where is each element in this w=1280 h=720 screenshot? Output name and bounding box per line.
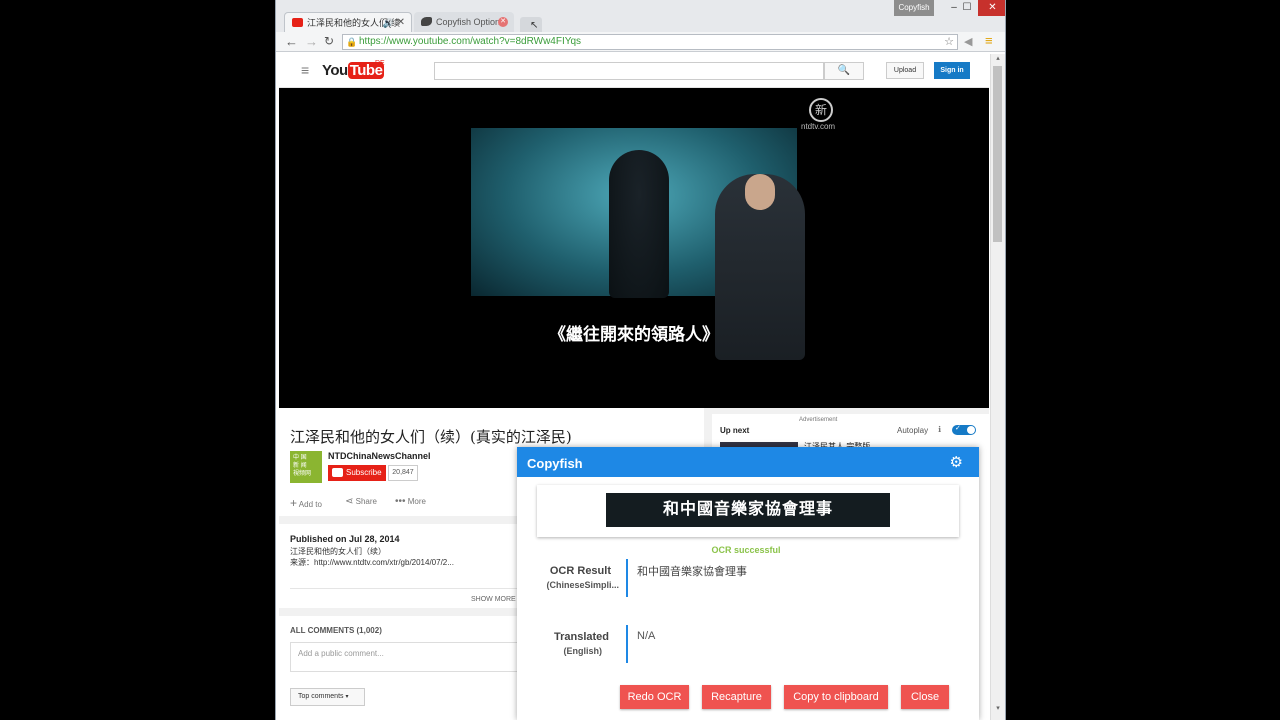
sign-in-button[interactable]: Sign in: [934, 62, 970, 79]
ocr-status: OCR successful: [711, 545, 781, 555]
top-comments-dropdown[interactable]: Top comments ▾: [290, 688, 365, 706]
copy-to-clipboard-button[interactable]: Copy to clipboard: [784, 685, 888, 709]
plus-icon: +: [290, 496, 298, 510]
page-scrollbar[interactable]: ▴ ▾: [990, 54, 1005, 720]
video-title: 江泽民和他的女人们（续）(真实的江泽民): [290, 428, 572, 446]
translation-language-label: (English): [563, 646, 603, 656]
channel-name[interactable]: NTDChinaNewsChannel: [328, 451, 431, 461]
browser-window: Copyfish – ☐ ✕ 江泽民和他的女人们(续 🔊 ✕ Copyfish …: [275, 0, 1006, 720]
share-icon: ⋖: [345, 496, 354, 507]
ocr-divider: [626, 559, 628, 597]
video-subtitle: 《繼往開來的領路人》: [549, 325, 719, 344]
copyfish-extension-badge[interactable]: Copyfish: [894, 0, 934, 16]
title-bar: Copyfish – ☐ ✕ 江泽民和他的女人们(续 🔊 ✕ Copyfish …: [276, 0, 1005, 32]
scrollbar-thumb[interactable]: [993, 66, 1002, 242]
advertisement-label: Advertisement: [799, 417, 838, 423]
speaker-icon: 🔊: [382, 18, 394, 28]
share-button[interactable]: ⋖ Share: [345, 496, 377, 507]
reload-icon[interactable]: ↻: [324, 34, 334, 48]
search-button[interactable]: 🔍: [824, 62, 864, 80]
comment-input[interactable]: Add a public comment...: [290, 642, 530, 672]
tab-copyfish-label: Copyfish Options: [436, 17, 505, 27]
search-icon: 🔍: [837, 65, 851, 76]
copyfish-favicon-icon: [421, 17, 432, 26]
check-icon: ✓: [955, 425, 961, 432]
captured-image-card: 和中國音樂家協會理事: [537, 485, 959, 537]
watermark-text: ntdtv.com: [801, 122, 836, 131]
close-window-button[interactable]: ✕: [978, 0, 1005, 16]
region-label: DE: [375, 60, 385, 67]
menu-icon[interactable]: ≡: [985, 33, 993, 48]
tab-youtube[interactable]: 江泽民和他的女人们(续 🔊 ✕: [284, 12, 412, 32]
presenter-face: [745, 174, 775, 210]
below-video-area: 江泽民和他的女人们（续）(真实的江泽民) 中 国新 闻視频网 NTDChinaN…: [279, 408, 989, 720]
info-icon[interactable]: ℹ: [938, 425, 941, 434]
ocr-language-label: (ChineseSimpli...: [546, 580, 619, 590]
subscriber-count: 20,847: [388, 465, 418, 481]
ntd-logo-icon: 新: [809, 98, 833, 122]
upload-button[interactable]: Upload: [886, 62, 924, 79]
youtube-favicon-icon: [292, 18, 303, 27]
more-icon: •••: [395, 496, 406, 507]
mouse-cursor-icon: ↖: [530, 20, 539, 31]
subscribe-button[interactable]: Subscribe: [328, 465, 386, 481]
redo-ocr-button[interactable]: Redo OCR: [620, 685, 689, 709]
maximize-button[interactable]: ☐: [957, 0, 977, 16]
autoplay-label: Autoplay: [897, 426, 929, 435]
lock-icon: 🔒: [346, 37, 358, 47]
address-bar[interactable]: 🔒 https://www.youtube.com/watch?v=8dRWw4…: [342, 34, 958, 50]
gear-icon[interactable]: ⚙: [950, 447, 963, 479]
youtube-play-icon: [332, 468, 343, 477]
add-to-button[interactable]: + Add to: [290, 496, 322, 510]
copyfish-extension-icon[interactable]: ◀: [964, 35, 972, 48]
comments-count: ALL COMMENTS (1,002): [290, 626, 382, 635]
show-more-button[interactable]: SHOW MORE: [471, 596, 516, 603]
copyfish-header: Copyfish ⚙: [517, 447, 979, 477]
tab-copyfish-options[interactable]: Copyfish Options ✕: [414, 12, 514, 32]
captured-image-text: 和中國音樂家協會理事: [606, 493, 890, 527]
translated-label: Translated: [553, 631, 609, 643]
tab-close-icon[interactable]: ✕: [498, 17, 508, 27]
url-text: https://www.youtube.com/watch?v=8dRWw4FI…: [359, 36, 582, 47]
description-line-2: 来源：http://www.ntdtv.com/xtr/gb/2014/07/2…: [290, 558, 454, 567]
published-date: Published on Jul 28, 2014: [290, 534, 400, 544]
description-line-1: 江泽民和他的女人们（续）: [290, 547, 386, 556]
scroll-down-icon[interactable]: ▾: [991, 704, 1005, 712]
back-arrow-icon[interactable]: ←: [285, 34, 298, 49]
ocr-result-text[interactable]: 和中國音樂家協會理事: [637, 563, 747, 579]
copyfish-dialog: Copyfish ⚙ 和中國音樂家協會理事 OCR successful OCR…: [517, 447, 979, 720]
channel-avatar[interactable]: 中 国新 闻視频网: [290, 451, 322, 483]
recapture-button[interactable]: Recapture: [702, 685, 771, 709]
hamburger-menu-icon[interactable]: ≡: [301, 62, 309, 78]
copyfish-title: Copyfish: [527, 456, 583, 471]
video-player[interactable]: 《繼往開來的領路人》 新 ntdtv.com: [279, 88, 989, 408]
ocr-result-label: OCR Result: [549, 565, 611, 577]
up-next-label: Up next: [720, 426, 750, 435]
toolbar: ← → ↻ 🔒 https://www.youtube.com/watch?v=…: [276, 32, 1005, 52]
translated-text[interactable]: N/A: [637, 630, 655, 642]
scroll-up-icon[interactable]: ▴: [991, 54, 1005, 62]
close-button[interactable]: Close: [901, 685, 949, 709]
youtube-header: ≡ You Tube DE 🔍 Upload Sign in: [279, 54, 989, 88]
search-input[interactable]: [434, 62, 824, 80]
caret-down-icon: ▾: [345, 694, 349, 700]
more-button[interactable]: ••• More: [395, 496, 426, 507]
translation-divider: [626, 625, 628, 663]
star-icon[interactable]: ☆: [944, 35, 954, 49]
singer-figure: [609, 150, 669, 298]
tab-close-icon[interactable]: ✕: [397, 13, 405, 33]
forward-arrow-icon[interactable]: →: [305, 34, 318, 49]
autoplay-toggle[interactable]: ✓: [952, 425, 976, 435]
